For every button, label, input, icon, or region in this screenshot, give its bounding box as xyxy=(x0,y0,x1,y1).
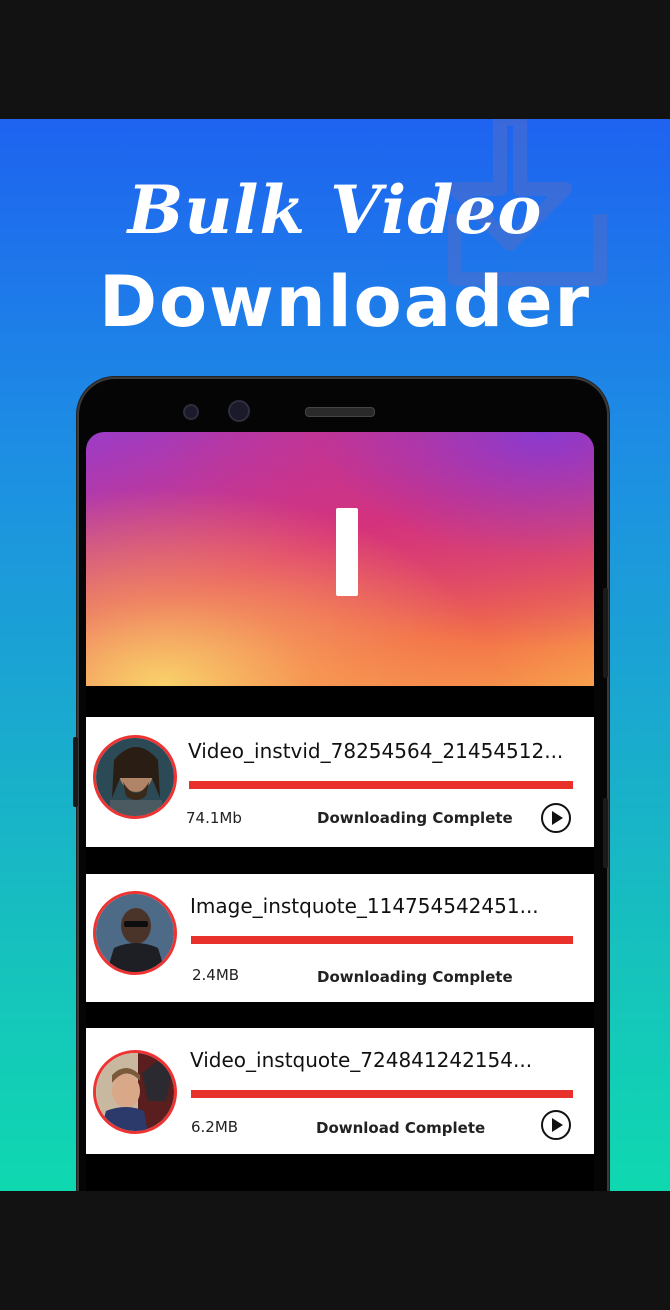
file-size: 6.2MB xyxy=(191,1118,239,1136)
bottom-letterbox xyxy=(0,1191,670,1310)
progress-bar xyxy=(191,1090,573,1098)
app-logo-icon xyxy=(336,508,358,596)
progress-bar xyxy=(189,781,573,789)
app-header xyxy=(86,432,594,686)
file-name: Video_instvid_78254564_21454512... xyxy=(188,739,564,763)
front-camera-icon xyxy=(228,400,250,422)
image-thumbnail xyxy=(93,891,177,975)
front-sensor xyxy=(183,404,199,420)
phone-power-button xyxy=(603,588,608,678)
video-thumbnail xyxy=(93,1050,177,1134)
file-name: Image_instquote_114754542451... xyxy=(190,894,539,918)
app-screen: Video_instvid_78254564_21454512... 74.1M… xyxy=(86,432,594,1191)
download-item[interactable]: Video_instvid_78254564_21454512... 74.1M… xyxy=(86,717,594,847)
download-status: Downloading Complete xyxy=(317,809,513,827)
download-item[interactable]: Image_instquote_114754542451... 2.4MB Do… xyxy=(86,874,594,1002)
download-status: Download Complete xyxy=(316,1119,486,1137)
earpiece-speaker xyxy=(305,407,375,417)
phone-volume-button xyxy=(73,737,78,807)
play-icon[interactable] xyxy=(541,803,571,833)
progress-bar xyxy=(191,936,573,944)
promo-title-script: Bulk Video xyxy=(127,171,543,249)
file-name: Video_instquote_724841242154... xyxy=(190,1048,533,1072)
file-size: 2.4MB xyxy=(192,966,240,984)
phone-side-button xyxy=(603,798,608,868)
video-thumbnail xyxy=(93,735,177,819)
promo-title: Downloader xyxy=(98,261,592,343)
download-item[interactable]: Video_instquote_724841242154... 6.2MB Do… xyxy=(86,1028,594,1154)
play-icon[interactable] xyxy=(541,1110,571,1140)
download-status: Downloading Complete xyxy=(317,968,513,986)
file-size: 74.1Mb xyxy=(186,809,242,827)
